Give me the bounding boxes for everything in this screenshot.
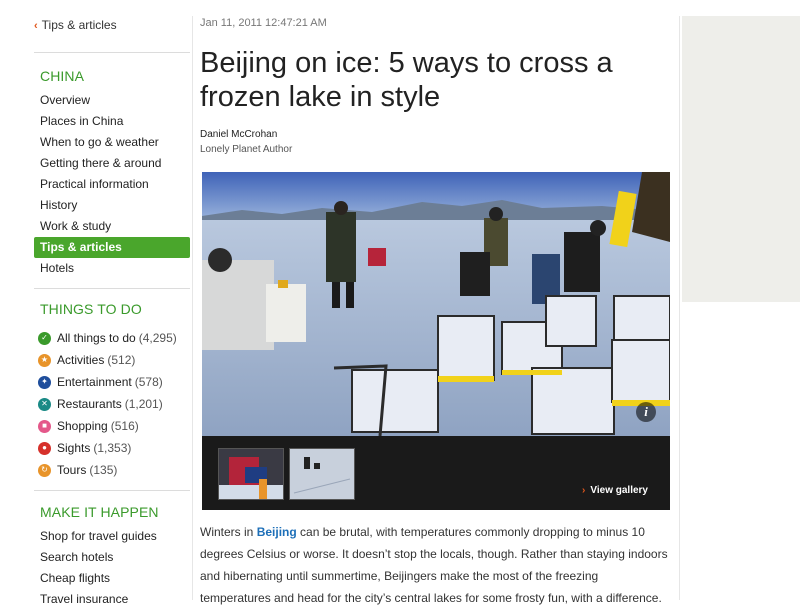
things-to-do-count: (4,295) <box>138 331 177 345</box>
nav-item[interactable]: When to go & weather <box>34 132 190 153</box>
article-date: Jan 11, 2011 12:47:21 AM <box>200 17 327 29</box>
nav-item[interactable]: Tips & articles <box>34 237 190 258</box>
nav-item[interactable]: History <box>34 195 190 216</box>
things-to-do-count: (135) <box>89 463 118 477</box>
divider <box>34 490 190 491</box>
hero-photo[interactable]: i <box>202 172 670 436</box>
things-to-do-count: (516) <box>110 419 139 433</box>
things-to-do-count: (1,201) <box>124 397 163 411</box>
things-to-do-list: ✓ All things to do (4,295) ★ Activities (512)… <box>38 327 190 481</box>
things-to-do-item[interactable]: ★ Activities (512) <box>38 349 190 371</box>
view-gallery-link[interactable]: › View gallery <box>582 485 648 496</box>
make-it-happen-item[interactable]: Shop for travel guides <box>34 526 190 547</box>
things-to-do-item[interactable]: ■ Shopping (516) <box>38 415 190 437</box>
nav-item[interactable]: Work & study <box>34 216 190 237</box>
things-to-do-label: Sights <box>57 441 91 455</box>
make-it-happen-item[interactable]: Search hotels <box>34 547 190 568</box>
column-divider <box>679 16 680 600</box>
view-gallery-label: View gallery <box>590 485 648 496</box>
nav-item[interactable]: Overview <box>34 90 190 111</box>
check-icon: ✓ <box>38 331 51 345</box>
info-icon[interactable]: i <box>636 402 656 422</box>
author-role: Lonely Planet Author <box>200 144 293 155</box>
column-divider <box>192 16 193 600</box>
nav-item[interactable]: Places in China <box>34 111 190 132</box>
back-link-label: Tips & articles <box>41 18 117 32</box>
things-to-do-label: Activities <box>57 353 105 367</box>
things-to-do-count: (512) <box>107 353 136 367</box>
entertainment-icon: ✦ <box>38 375 51 389</box>
section-title-things-to-do: THINGS TO DO <box>40 301 142 317</box>
thumbnail-image <box>290 449 354 499</box>
author-name[interactable]: Daniel McCrohan <box>200 129 277 140</box>
body-text-start: Winters in <box>200 525 257 539</box>
things-to-do-label: Tours <box>57 463 87 477</box>
make-it-happen-list: Shop for travel guides Search hotels Cheap… <box>34 526 190 610</box>
nav-item[interactable]: Getting there & around <box>34 153 190 174</box>
make-it-happen-item[interactable]: Cheap flights <box>34 568 190 589</box>
things-to-do-item[interactable]: ↻ Tours (135) <box>38 459 190 481</box>
things-to-do-item[interactable]: ✕ Restaurants (1,201) <box>38 393 190 415</box>
things-to-do-item[interactable]: ✓ All things to do (4,295) <box>38 327 190 349</box>
article-body-paragraph: Winters in Beijing can be brutal, with t… <box>200 521 670 609</box>
activities-icon: ★ <box>38 353 51 367</box>
gallery-thumbnail[interactable] <box>218 448 284 500</box>
frozen-lake-photo <box>202 172 670 436</box>
nav-item[interactable]: Hotels <box>34 258 190 279</box>
gallery-thumbnail[interactable] <box>289 448 355 500</box>
section-title-make-it-happen: MAKE IT HAPPEN <box>40 504 159 520</box>
nav-item[interactable]: Practical information <box>34 174 190 195</box>
divider <box>34 52 190 53</box>
advertisement-panel <box>682 16 800 302</box>
sights-icon: ● <box>38 441 51 455</box>
things-to-do-item[interactable]: ✦ Entertainment (578) <box>38 371 190 393</box>
divider <box>34 288 190 289</box>
things-to-do-label: Restaurants <box>57 397 122 411</box>
thumbnail-image <box>219 449 283 499</box>
things-to-do-count: (578) <box>134 375 163 389</box>
back-link[interactable]: ‹ Tips & articles <box>34 18 117 32</box>
chevron-left-icon: ‹ <box>34 20 38 32</box>
chevron-right-icon: › <box>582 485 586 496</box>
shopping-icon: ■ <box>38 419 51 433</box>
article-title: Beijing on ice: 5 ways to cross a frozen… <box>200 47 613 113</box>
tours-icon: ↻ <box>38 463 51 477</box>
things-to-do-label: Entertainment <box>57 375 132 389</box>
section-title-china: CHINA <box>40 68 85 84</box>
beijing-link[interactable]: Beijing <box>257 525 297 539</box>
things-to-do-count: (1,353) <box>93 441 132 455</box>
things-to-do-label: Shopping <box>57 419 108 433</box>
things-to-do-item[interactable]: ● Sights (1,353) <box>38 437 190 459</box>
photo-gallery-strip: › View gallery <box>202 436 670 510</box>
restaurants-icon: ✕ <box>38 397 51 411</box>
country-nav: Overview Places in China When to go & weat… <box>34 90 190 279</box>
things-to-do-label: All things to do <box>57 331 136 345</box>
